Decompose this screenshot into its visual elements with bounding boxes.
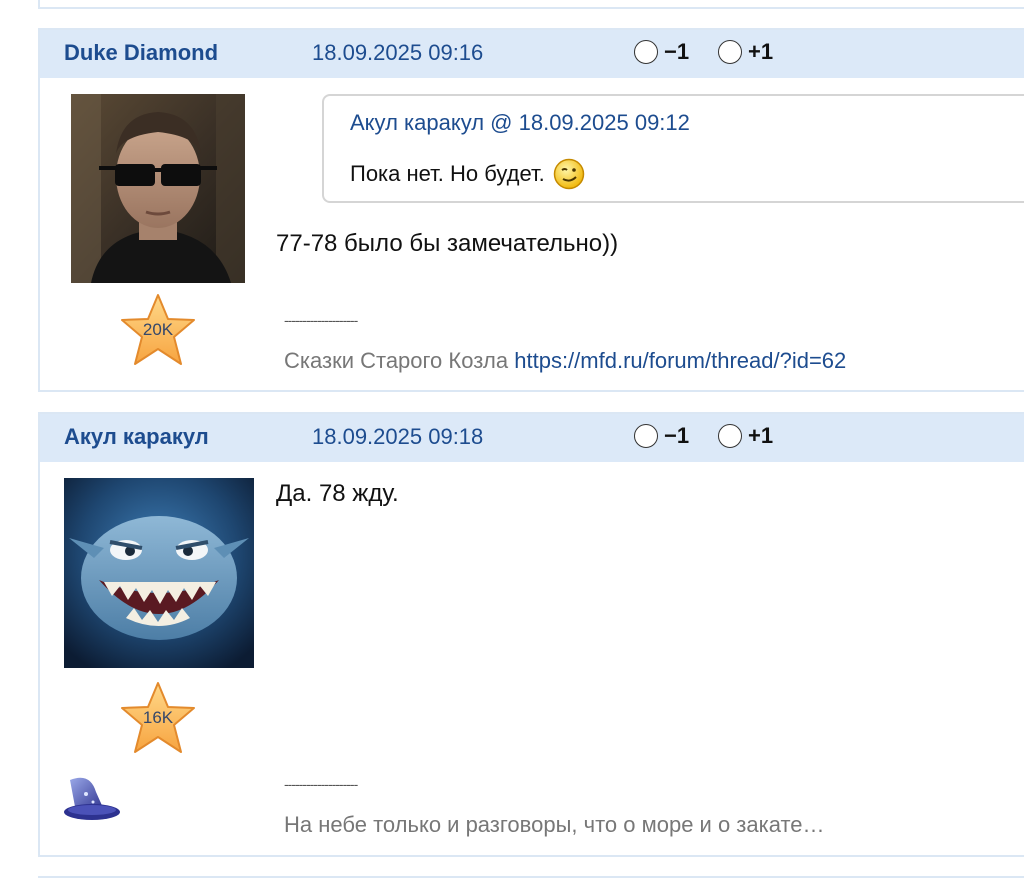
post-date-link[interactable]: 18.09.2025 09:16 (312, 40, 483, 66)
signature-link[interactable]: https://mfd.ru/forum/thread/?id=62 (514, 348, 846, 373)
signature-text: Сказки Старого Козла (284, 348, 515, 373)
post-author-link[interactable]: Duke Diamond (64, 40, 218, 66)
post-date-link[interactable]: 18.09.2025 09:18 (312, 424, 483, 450)
radio-icon[interactable] (634, 40, 658, 64)
vote-plus-option[interactable]: +1 (718, 423, 773, 449)
radio-icon[interactable] (718, 424, 742, 448)
star-badge-label: 16K (142, 708, 174, 727)
post-header: Duke Diamond 18.09.2025 09:16 −1 +1 (40, 30, 1024, 78)
vote-plus-label: +1 (748, 39, 774, 64)
vote-plus-option[interactable]: +1 (718, 39, 773, 65)
star-badge-label: 20K (142, 320, 174, 339)
post-body: 77-78 было бы замечательно)) (276, 230, 619, 257)
quote-block: Акул каракул @ 18.09.2025 09:12 Пока нет… (322, 94, 1024, 203)
vote-plus-label: +1 (748, 423, 774, 448)
star-badge-icon: 16K (119, 680, 197, 756)
star-badge-icon: 20K (119, 292, 197, 368)
vote-minus-label: −1 (664, 423, 690, 448)
post-header: Акул каракул 18.09.2025 09:18 −1 +1 (40, 414, 1024, 462)
previous-post-frame (38, 0, 1024, 9)
post-body: Да. 78 жду. (276, 480, 399, 507)
post-author-link[interactable]: Акул каракул (64, 424, 209, 450)
forum-post: Акул каракул 18.09.2025 09:18 −1 +1 16K … (38, 412, 1024, 857)
quote-body: Пока нет. Но будет. (350, 161, 545, 186)
wizard-hat-icon (60, 772, 124, 824)
smiley-wink-icon (553, 158, 584, 190)
vote-minus-option[interactable]: −1 (634, 423, 689, 449)
vote-minus-option[interactable]: −1 (634, 39, 689, 65)
quote-text: Пока нет. Но будет. (350, 158, 585, 190)
signature: Сказки Старого Козла https://mfd.ru/foru… (284, 348, 846, 374)
radio-icon[interactable] (634, 424, 658, 448)
avatar[interactable] (71, 94, 245, 283)
signature-text: На небе только и разговоры, что о море и… (284, 812, 825, 837)
signature-divider: -------------------- (284, 312, 358, 328)
signature-divider: -------------------- (284, 776, 358, 792)
avatar[interactable] (64, 478, 254, 668)
radio-icon[interactable] (718, 40, 742, 64)
quote-author-link[interactable]: Акул каракул @ 18.09.2025 09:12 (350, 110, 690, 136)
forum-post: Duke Diamond 18.09.2025 09:16 −1 +1 20K … (38, 28, 1024, 392)
vote-minus-label: −1 (664, 39, 690, 64)
